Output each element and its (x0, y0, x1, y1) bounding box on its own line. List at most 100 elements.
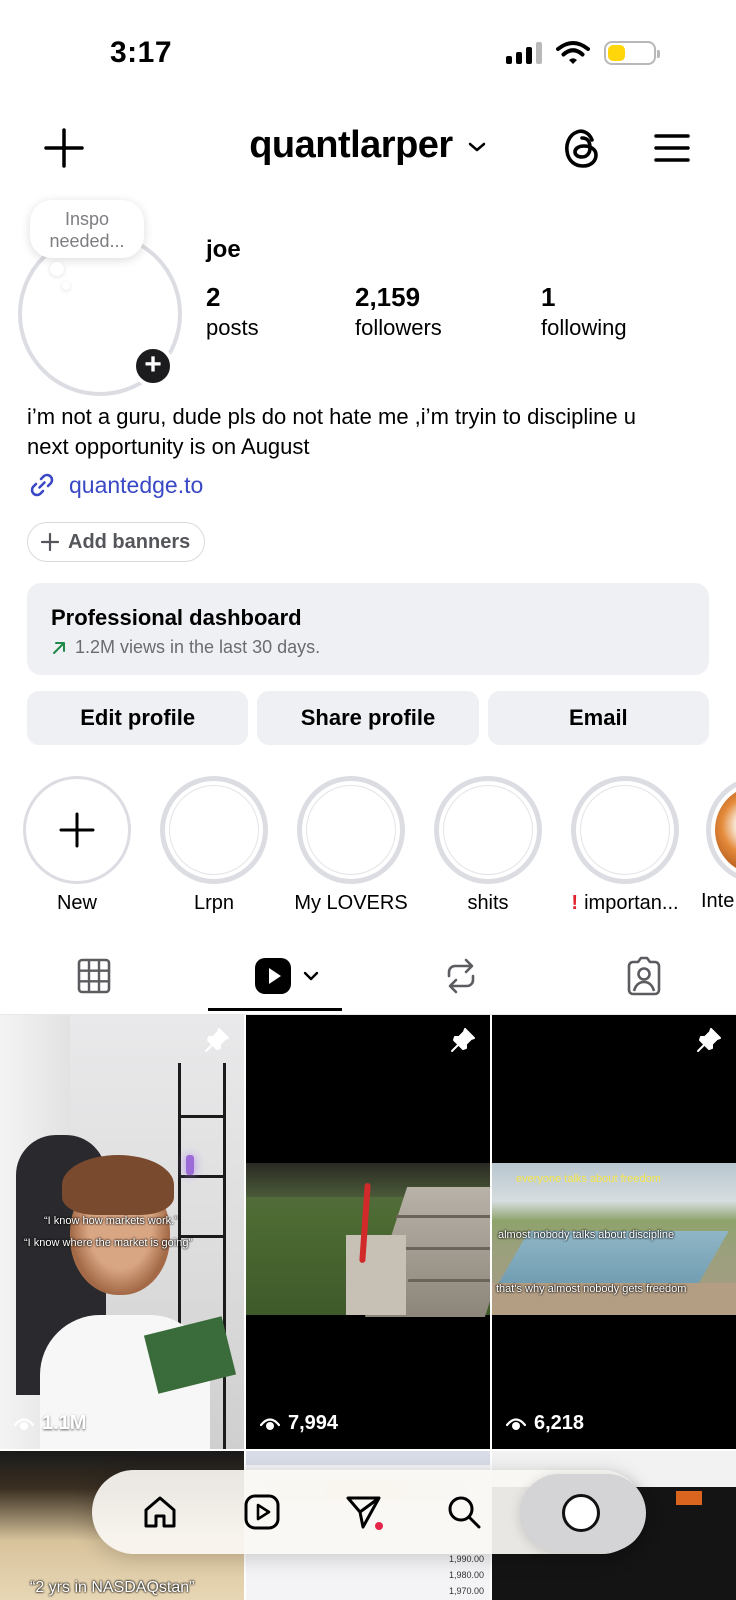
tab-posts-grid[interactable] (70, 952, 118, 1000)
bio-line: next opportunity is on August (27, 434, 310, 459)
view-count-value: 1.1M (42, 1412, 87, 1434)
highlight-ring (160, 776, 268, 884)
tab-tagged[interactable] (620, 952, 668, 1000)
profile-link[interactable]: quantedge.to (27, 470, 203, 500)
posts-label: posts (206, 315, 259, 340)
professional-dashboard[interactable]: Professional dashboard 1.2M views in the… (27, 583, 709, 675)
view-count-value: 7,994 (288, 1412, 339, 1434)
nav-search[interactable] (442, 1490, 486, 1534)
followers-count: 2,159 (355, 282, 421, 312)
highlight-new[interactable]: New (12, 776, 142, 915)
highlight-inte[interactable]: Inte (697, 776, 736, 926)
profile-avatar-icon (562, 1494, 600, 1532)
add-banners-label: Add banners (68, 530, 191, 553)
home-icon (144, 1496, 176, 1528)
reels-icon (244, 1494, 280, 1530)
view-count: 1.1M (14, 1412, 86, 1435)
reel-tile[interactable]: “I know how markets work.” “I know where… (0, 1015, 244, 1449)
followers-label: followers (355, 315, 442, 340)
signal-icon (506, 42, 542, 64)
nav-profile[interactable] (520, 1474, 646, 1552)
profile-bio: i’m not a guru, dude pls do not hate me … (27, 402, 727, 462)
link-icon (30, 473, 54, 497)
nav-home[interactable] (138, 1490, 182, 1534)
highlight-label-row: ! importan... (560, 892, 690, 915)
highlight-ring (23, 776, 131, 884)
profile-header: quantlarper (0, 110, 736, 190)
posts-count: 2 (206, 282, 221, 312)
edit-profile-button[interactable]: Edit profile (27, 691, 249, 745)
tab-reposts[interactable] (437, 952, 485, 1000)
bio-line: i’m not a guru, dude pls do not hate me … (27, 404, 636, 429)
highlight-label: New (56, 892, 97, 914)
plus-icon (59, 812, 95, 848)
note-bubble[interactable]: Inspo needed... (30, 200, 144, 258)
eye-icon (506, 1417, 526, 1430)
chevron-down-icon (468, 142, 486, 152)
note-text: Inspo needed... (49, 209, 125, 251)
profile-tabs (0, 940, 736, 1014)
dashboard-subtitle: 1.2M views in the last 30 days. (51, 637, 685, 658)
link-text: quantedge.to (69, 471, 204, 498)
view-count: 6,218 (506, 1412, 584, 1435)
tab-reels[interactable] (252, 952, 322, 1000)
nav-reels[interactable] (240, 1490, 284, 1534)
price-axis: 1,990.00 1,980.00 1,970.00 (449, 1551, 484, 1599)
nav-messages[interactable] (342, 1490, 386, 1534)
tagged-user-icon (627, 956, 661, 996)
add-story-icon[interactable]: + (132, 345, 174, 387)
reel-tile[interactable]: everyone talks about freedom almost nobo… (492, 1015, 736, 1449)
video-caption: everyone talks about freedom (516, 1173, 661, 1185)
account-switcher[interactable]: quantlarper (0, 124, 736, 167)
menu-icon[interactable] (652, 128, 692, 168)
profile-actions: Edit profile Share profile Email (27, 691, 709, 745)
reels-icon (255, 958, 291, 994)
pin-icon (205, 1028, 229, 1052)
grid-icon (77, 958, 111, 994)
highlight-lrpn[interactable]: Lrpn (149, 776, 279, 915)
trending-up-icon (53, 641, 65, 654)
active-tab-indicator (208, 1008, 342, 1011)
video-caption: almost nobody talks about discipline (498, 1229, 675, 1241)
search-icon (448, 1496, 481, 1529)
highlight-important[interactable]: ! importan... (560, 776, 690, 915)
pin-icon (697, 1028, 721, 1052)
followers-stat[interactable]: 2,159 followers (355, 282, 442, 344)
profile-name: joe (206, 236, 241, 263)
plus-icon (40, 532, 60, 552)
share-profile-button[interactable]: Share profile (257, 691, 479, 745)
highlight-ring (297, 776, 405, 884)
status-time: 3:17 (110, 36, 173, 69)
dashboard-title: Professional dashboard (51, 605, 302, 630)
highlight-ring (571, 776, 679, 884)
price-label: 1,980.00 (448, 1570, 484, 1580)
add-banners-button[interactable]: Add banners (27, 522, 206, 562)
video-caption: “2 yrs in NASDAQstan” (30, 1579, 195, 1596)
highlight-label: shits (467, 892, 509, 914)
direct-send-icon (346, 1496, 383, 1530)
note-tail-small (62, 282, 70, 290)
battery-icon (604, 41, 660, 65)
reel-tile[interactable]: 7,994 (246, 1015, 490, 1449)
repost-icon (447, 958, 475, 994)
eye-icon (260, 1417, 280, 1430)
pin-icon (451, 1028, 475, 1052)
highlight-label: Lrpn (193, 892, 235, 914)
video-caption: that's why almost nobody gets freedom (496, 1283, 687, 1295)
wifi-icon (556, 41, 590, 64)
posts-stat[interactable]: 2 posts (206, 282, 259, 344)
email-button[interactable]: Email (487, 691, 709, 745)
dashboard-views-text: 1.2M views in the last 30 days. (75, 637, 321, 657)
exclamation-icon: ! (571, 892, 579, 914)
highlight-label: My LOVERS (294, 892, 408, 914)
view-count-value: 6,218 (534, 1412, 585, 1434)
status-bar: 3:17 (0, 0, 736, 110)
following-label: following (541, 315, 627, 340)
highlight-my-lovers[interactable]: My LOVERS (286, 776, 416, 915)
threads-icon[interactable] (560, 124, 604, 172)
video-caption: “I know where the market is going” (24, 1237, 193, 1249)
following-count: 1 (541, 282, 556, 312)
following-stat[interactable]: 1 following (541, 282, 627, 344)
highlight-shits[interactable]: shits (423, 776, 553, 915)
eye-icon (14, 1417, 34, 1430)
